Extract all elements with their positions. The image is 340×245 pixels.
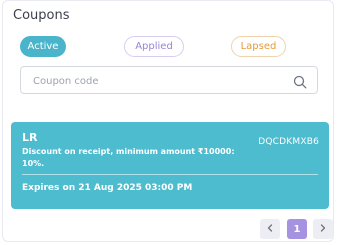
panel-title: Coupons [13,8,70,23]
coupon-card[interactable]: LR DQCDKMXB6 Discount on receipt, minimu… [11,122,329,209]
coupon-description: Discount on receipt, minimum amount ₹100… [22,147,235,168]
filter-active-chip[interactable]: Active [20,36,66,57]
coupon-code: LR [22,131,38,144]
filter-lapsed-chip[interactable]: Lapsed [231,36,286,57]
coupon-expiry: Expires on 21 Aug 2025 03:00 PM [22,183,193,193]
pagination-page-1[interactable]: 1 [287,219,307,239]
coupon-id: DQCDKMXB6 [258,137,319,147]
search-icon[interactable] [293,74,307,89]
pagination-next-button[interactable] [313,219,333,239]
coupon-divider [22,174,318,175]
filter-applied-chip[interactable]: Applied [124,36,184,57]
coupon-search-box [20,66,318,94]
pagination-prev-button[interactable] [260,219,280,239]
coupon-code-input[interactable] [31,72,281,90]
chevron-left-icon [265,223,275,236]
chevron-right-icon [318,223,328,236]
coupons-panel: Coupons Active Applied Lapsed LR DQCDKMX… [2,0,334,242]
